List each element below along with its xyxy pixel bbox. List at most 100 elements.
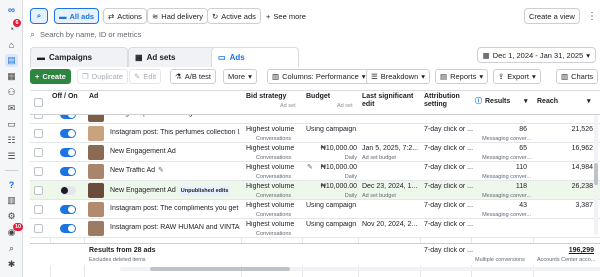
vertical-scrollbar[interactable] xyxy=(594,115,598,235)
select-all-checkbox[interactable] xyxy=(34,98,43,107)
col-attribution[interactable]: Attribution setting xyxy=(424,93,470,109)
edit-button[interactable]: ✎ Edit xyxy=(129,69,162,84)
budget[interactable]: Using campaign... xyxy=(306,221,357,229)
folder-icon: ▬ xyxy=(59,11,67,21)
had-delivery-button[interactable]: ≋ Had delivery xyxy=(147,8,208,24)
table-row[interactable]: Instagram post: RAW HUMAN and VINTAGE...… xyxy=(30,219,600,238)
ads-table: Instagram post: Some fragrance obsession… xyxy=(30,90,600,277)
search-input[interactable]: Search by name, ID or metrics xyxy=(40,30,141,39)
ad-name-cell: New Engagement Ad xyxy=(110,148,240,156)
menu-icon[interactable]: ☰ xyxy=(5,150,18,163)
create-view-button[interactable]: Create a view xyxy=(524,8,580,24)
search-icon[interactable]: ⌕ xyxy=(5,242,18,255)
create-button[interactable]: + Create xyxy=(30,69,71,84)
ad-name[interactable]: Instagram post: RAW HUMAN and VINTAGE... xyxy=(110,224,240,231)
meta-logo-icon[interactable]: ∞ xyxy=(5,4,18,17)
columns-button[interactable]: ▥ Columns: Performance ▾ xyxy=(267,69,371,84)
date-range-label: Dec 1, 2024 - Jan 31, 2025 xyxy=(492,50,584,60)
reach-value: 14,984 xyxy=(571,164,593,171)
duplicate-button[interactable]: ❐ Duplicate xyxy=(77,69,129,84)
row-toggle[interactable] xyxy=(60,186,76,195)
events-icon[interactable]: ☷ xyxy=(5,134,18,147)
sort-desc-icon[interactable]: ▾ xyxy=(524,98,528,106)
row-checkbox[interactable] xyxy=(34,224,43,233)
table-header: Off / On Ad Bid strategy Ad set Budget A… xyxy=(30,91,600,115)
table-row[interactable]: New Traffic Ad ✎ Highest volume Conversatio… xyxy=(30,162,600,181)
col-offon[interactable]: Off / On xyxy=(52,93,82,101)
row-toggle[interactable] xyxy=(60,205,76,214)
row-toggle[interactable] xyxy=(60,148,76,157)
date-range-picker[interactable]: ▦ Dec 1, 2024 - Jan 31, 2025 ▾ xyxy=(476,47,596,63)
results-value[interactable]: 43 xyxy=(475,202,527,210)
results-value[interactable]: 65 xyxy=(475,145,527,153)
col-reach[interactable]: Reach xyxy=(537,98,558,106)
overflow-menu-icon[interactable]: ⋮ xyxy=(587,8,597,24)
budget[interactable]: ₦10,000.00 xyxy=(306,164,357,172)
tab-campaigns[interactable]: ▬ Campaigns xyxy=(30,47,128,67)
budget[interactable]: ₦10,000.00 xyxy=(306,183,357,191)
table-row[interactable]: New Engagement Ad Unpublished edits Highes… xyxy=(30,181,600,200)
scrollbar-thumb[interactable] xyxy=(594,163,598,185)
reports-icon[interactable]: ▥ xyxy=(5,194,18,207)
charts-button[interactable]: ▥ Charts xyxy=(556,69,599,84)
table-footer: Results from 28 ads Excludes deleted ite… xyxy=(30,243,600,265)
ad-name[interactable]: Instagram post: The compliments you get … xyxy=(110,205,240,212)
payment-icon[interactable]: ▭ xyxy=(5,118,18,131)
row-checkbox[interactable] xyxy=(34,205,43,214)
row-checkbox[interactable] xyxy=(34,129,43,138)
col-bid-strategy[interactable]: Bid strategy xyxy=(246,93,286,101)
results-value[interactable]: 110 xyxy=(475,164,527,172)
ad-name[interactable]: New Engagement Ad xyxy=(110,148,176,155)
search-toggle-button[interactable]: ⌕ xyxy=(30,8,48,24)
budget[interactable]: ₦10,000.00 xyxy=(306,145,357,153)
row-checkbox[interactable] xyxy=(34,167,43,176)
ad-name[interactable]: Instagram post: This perfumes collection… xyxy=(110,129,240,136)
row-toggle[interactable] xyxy=(60,129,76,138)
all-ads-label: All ads xyxy=(69,11,95,21)
audiences-icon[interactable]: ⚇ xyxy=(5,86,18,99)
col-ad[interactable]: Ad xyxy=(89,93,98,101)
active-ads-button[interactable]: ↻ Active ads xyxy=(207,8,261,24)
export-button[interactable]: ⇪ Export ▾ xyxy=(493,69,541,84)
budget[interactable]: Using campaign... xyxy=(306,202,357,210)
charts-icon: ▥ xyxy=(561,72,569,81)
results-value[interactable]: 86 xyxy=(475,126,527,134)
tab-ads[interactable]: ▭ Ads xyxy=(211,47,299,67)
col-results[interactable]: ⓘ Results xyxy=(475,98,510,106)
more-button[interactable]: More ▾ xyxy=(223,69,257,84)
ads-manager-icon[interactable]: ▤ xyxy=(5,54,18,67)
ad-name[interactable]: New Traffic Ad xyxy=(110,167,155,174)
row-checkbox[interactable] xyxy=(34,186,43,195)
results-value[interactable]: 118 xyxy=(475,183,527,191)
bug-icon[interactable]: ✱ xyxy=(5,258,18,271)
table-row[interactable]: Instagram post: The compliments you get … xyxy=(30,200,600,219)
row-toggle[interactable] xyxy=(60,167,76,176)
attribution: 7-day click or ... xyxy=(424,183,474,190)
help-icon[interactable]: ? xyxy=(5,178,18,191)
table-row[interactable]: Instagram post: This perfumes collection… xyxy=(30,124,600,143)
table-row[interactable]: New Engagement Ad Highest volume Conversat… xyxy=(30,143,600,162)
attribution: 7-day click or ... xyxy=(424,126,474,133)
breakdown-button[interactable]: ☰ Breakdown ▾ xyxy=(366,69,431,84)
all-ads-button[interactable]: ▬ All ads xyxy=(54,8,100,24)
chevron-down-icon: ▾ xyxy=(479,72,484,81)
settings-icon[interactable]: ⚙ xyxy=(5,210,18,223)
row-checkbox[interactable] xyxy=(34,148,43,157)
reports-button[interactable]: ▤ Reports ▾ xyxy=(435,69,489,84)
ad-name[interactable]: New Engagement Ad xyxy=(110,187,176,194)
edit-budget-icon[interactable]: ✎ xyxy=(307,164,313,172)
scrollbar-thumb[interactable] xyxy=(150,267,290,271)
see-more-button[interactable]: + See more xyxy=(266,8,306,24)
row-toggle[interactable] xyxy=(60,224,76,233)
col-last-edit[interactable]: Last significant edit xyxy=(362,93,418,109)
home-icon[interactable]: ⌂ xyxy=(5,38,18,51)
actions-button[interactable]: ⇄ Actions xyxy=(103,8,147,24)
col-budget[interactable]: Budget xyxy=(306,93,330,101)
campaign-icon[interactable]: ✉ xyxy=(5,102,18,115)
horizontal-scrollbar[interactable] xyxy=(120,267,600,271)
billing-icon[interactable]: ▦ xyxy=(5,70,18,83)
ab-test-button[interactable]: ⚗ A/B test xyxy=(170,69,216,84)
pencil-icon[interactable]: ✎ xyxy=(158,167,164,174)
budget[interactable]: Using campaign... xyxy=(306,126,357,134)
sort-icon[interactable]: ▾ xyxy=(587,98,591,106)
